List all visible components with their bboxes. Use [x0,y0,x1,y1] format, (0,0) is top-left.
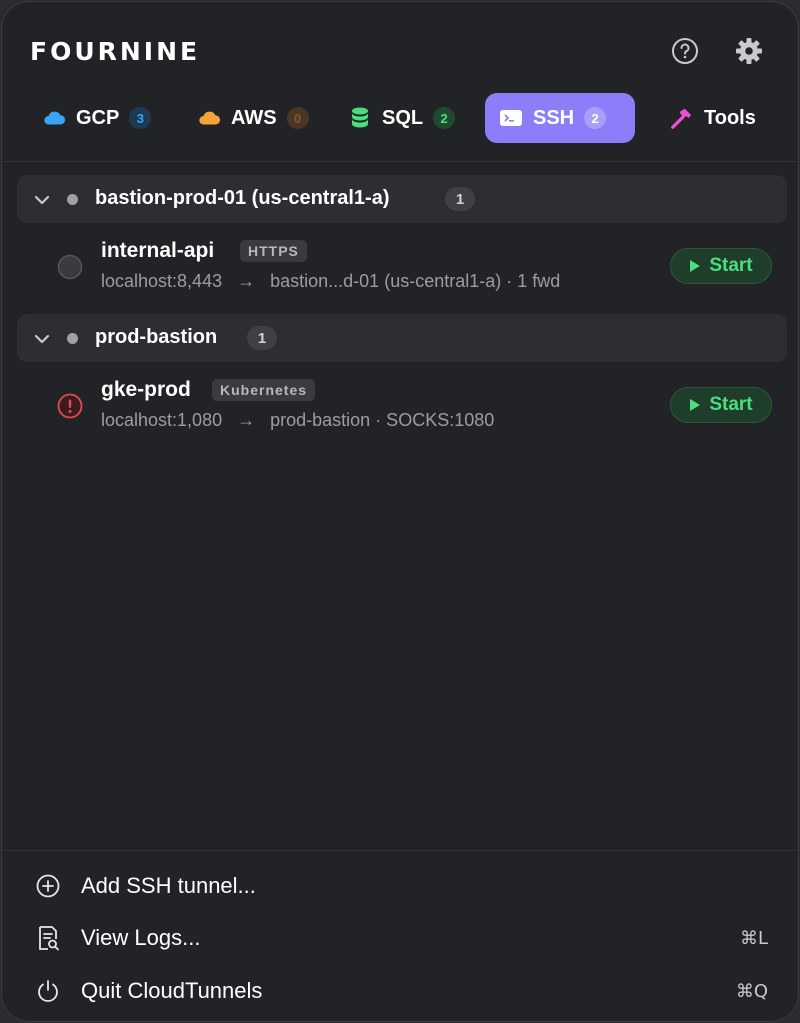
tab-sql[interactable]: SQL 2 [334,93,469,143]
local-endpoint: localhost:1,080 [101,410,223,430]
group-count-badge: 1 [247,326,277,350]
tab-label: GCP [76,106,120,129]
shortcut-label: ⌘Q [735,980,768,1002]
menu-item-label: Add SSH tunnel... [81,873,256,898]
local-endpoint: localhost:8,443 [101,271,223,291]
log-file-icon [34,924,62,952]
arrow-right-icon: → [237,410,256,430]
start-button-label: Start [709,394,753,415]
chevron-down-icon [34,334,50,344]
view-logs-menu-item[interactable]: View Logs... ⌘L [2,916,798,960]
arrow-right-icon: → [237,271,256,291]
tab-badge: 2 [433,107,456,129]
tab-ssh[interactable]: SSH 2 [485,93,635,143]
tunnel-route: localhost:1,080 → prod-bastion · SOCKS:1… [101,410,494,431]
start-button[interactable]: Start [670,248,772,284]
menu-item-label: View Logs... [81,925,201,950]
hammer-icon [670,106,694,130]
plus-circle-icon [34,872,62,900]
menu-item-label: Quit CloudTunnels [81,978,263,1003]
group-status-dot [67,194,78,205]
tab-bar: GCP 3 AWS 0 SQL 2 SSH 2 Tools [2,93,798,145]
divider [2,161,798,162]
terminal-icon [499,106,523,130]
tunnel-route: localhost:8,443 → bastion...d-01 (us-cen… [101,271,560,292]
database-icon [348,106,372,130]
tab-label: SSH [533,106,575,129]
tab-badge: 3 [129,107,152,129]
tab-label: Tools [704,106,756,129]
power-icon [34,977,62,1005]
tab-label: SQL [382,106,424,129]
start-button[interactable]: Start [670,387,772,423]
tab-aws[interactable]: AWS 0 [183,93,323,143]
remote-target: prod-bastion · SOCKS:1080 [270,410,495,430]
cloud-icon [42,106,66,130]
add-ssh-tunnel-menu-item[interactable]: Add SSH tunnel... [2,864,798,908]
tunnel-row[interactable]: gke-prod Kubernetes localhost:1,080 → pr… [17,365,787,445]
gear-icon[interactable] [734,36,764,66]
group-status-dot [67,333,78,344]
app-logo: FOURNINE [30,37,201,66]
group-title: prod-bastion [95,326,218,348]
tunnel-name: gke-prod [101,378,191,401]
group-header[interactable]: bastion-prod-01 (us-central1-a) 1 [17,175,787,223]
play-icon [690,260,701,272]
protocol-tag: Kubernetes [212,379,316,401]
group-title: bastion-prod-01 (us-central1-a) [95,187,390,209]
start-button-label: Start [709,255,753,276]
tab-badge: 0 [286,107,309,129]
chevron-down-icon [34,195,50,205]
tunnel-row[interactable]: internal-api HTTPS localhost:8,443 → bas… [17,226,787,306]
divider [2,850,798,851]
tab-badge: 2 [584,107,607,129]
group-count-badge: 1 [445,187,475,211]
tab-label: AWS [231,106,277,129]
tab-gcp[interactable]: GCP 3 [28,93,165,143]
tab-tools[interactable]: Tools [656,93,770,143]
protocol-tag: HTTPS [240,240,307,262]
group-header[interactable]: prod-bastion 1 [17,314,787,362]
header: FOURNINE [2,2,798,98]
error-status-icon [57,393,83,419]
remote-target: bastion...d-01 (us-central1-a) · 1 fwd [270,271,561,291]
shortcut-label: ⌘L [739,927,768,949]
help-icon[interactable] [670,36,700,66]
tunnel-name: internal-api [101,239,215,262]
cloud-icon [197,106,221,130]
play-icon [690,399,701,411]
popover-window: FOURNINE GCP 3 AWS 0 SQL 2 SSH 2 Tools b… [1,1,799,1022]
quit-menu-item[interactable]: Quit CloudTunnels ⌘Q [2,969,798,1013]
idle-status-icon [57,254,83,280]
